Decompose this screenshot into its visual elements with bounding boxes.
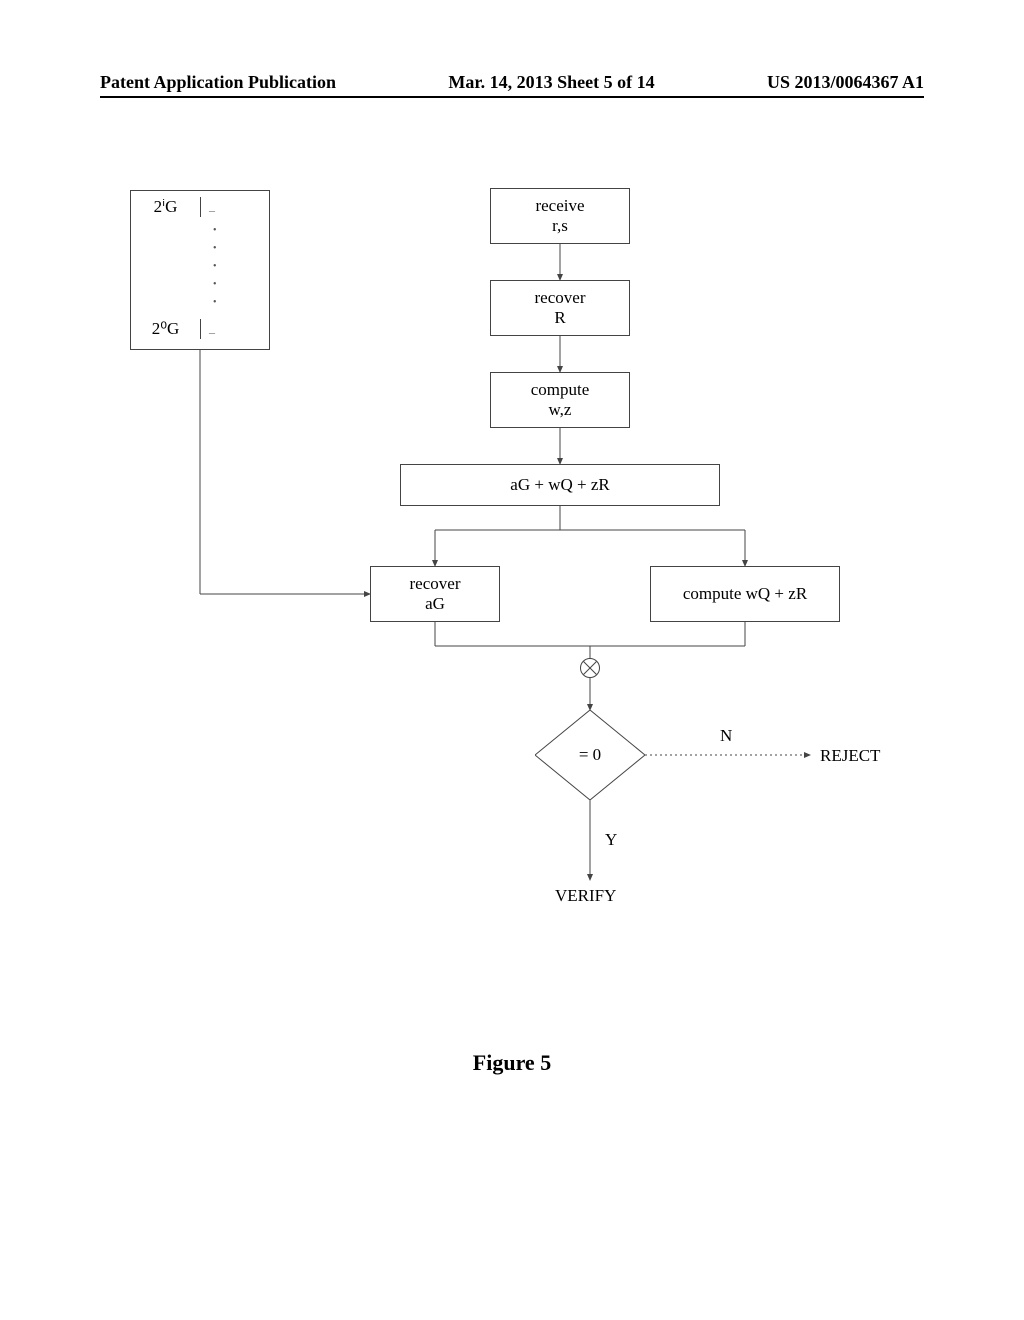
header-left: Patent Application Publication: [100, 72, 336, 93]
label-N: N: [720, 726, 732, 746]
combine-node: [580, 658, 600, 678]
decision-text: = 0: [579, 745, 601, 765]
flowchart-canvas: 2ⁱG – • • • • • 2⁰G – receive r,s recove…: [0, 180, 1024, 1180]
table-row-top: 2ⁱG: [131, 197, 201, 217]
figure-label: Figure 5: [0, 1050, 1024, 1076]
table-row-bottom: 2⁰G: [131, 319, 201, 339]
result-verify: VERIFY: [555, 886, 616, 906]
step-sum-expr: aG + wQ + zR: [400, 464, 720, 506]
header-center: Mar. 14, 2013 Sheet 5 of 14: [448, 72, 654, 93]
table-tick: –: [209, 325, 215, 340]
step-compute-wQzR: compute wQ + zR: [650, 566, 840, 622]
decision-eq-zero: = 0: [535, 710, 645, 800]
lookup-table: 2ⁱG – • • • • • 2⁰G –: [130, 190, 270, 350]
label-Y: Y: [605, 830, 617, 850]
step-recover-aG: recover aG: [370, 566, 500, 622]
result-reject: REJECT: [820, 746, 880, 766]
header-rule: [100, 96, 924, 98]
table-tick: –: [209, 203, 215, 218]
step-compute-wz: compute w,z: [490, 372, 630, 428]
step-receive: receive r,s: [490, 188, 630, 244]
step-recover-R: recover R: [490, 280, 630, 336]
header-right: US 2013/0064367 A1: [767, 72, 924, 93]
